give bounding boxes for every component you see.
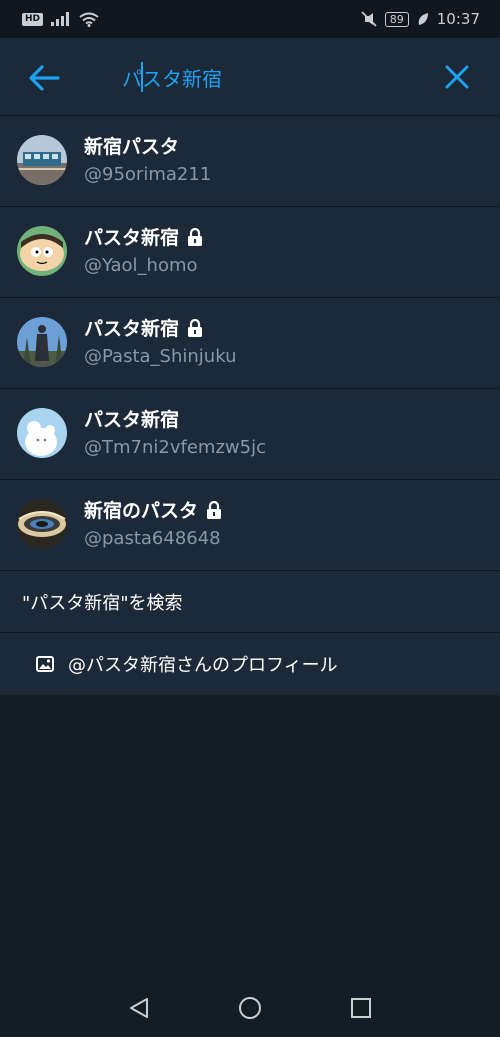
leaf-icon	[418, 13, 428, 25]
user-handle: @95orima211	[84, 164, 212, 185]
user-name-text: 新宿パスタ	[84, 136, 180, 158]
avatar-train-photo	[17, 135, 67, 185]
search-input[interactable]	[122, 60, 422, 94]
nav-home-icon[interactable]	[238, 996, 262, 1020]
user-name-text: パスタ新宿	[84, 318, 180, 340]
user-result-row[interactable]: パスタ新宿 @Yaol_homo	[0, 207, 500, 298]
lock-icon	[188, 318, 203, 337]
back-arrow-icon[interactable]	[26, 60, 62, 96]
lock-icon	[207, 500, 222, 519]
user-display-name: 新宿のパスタ	[84, 496, 222, 523]
user-result-row[interactable]: 新宿パスタ @95orima211	[0, 116, 500, 207]
system-nav-bar	[0, 980, 500, 1037]
user-display-name: 新宿パスタ	[84, 132, 179, 159]
user-display-name: パスタ新宿	[84, 314, 203, 341]
status-bar: HD 89 10:37	[0, 0, 500, 38]
nav-recent-apps-icon[interactable]	[350, 997, 372, 1019]
go-to-profile-action[interactable]: @パスタ新宿さんのプロフィール	[0, 633, 500, 695]
signal-icon	[51, 12, 70, 26]
user-result-row[interactable]: パスタ新宿 @Tm7ni2vfemzw5jc	[0, 389, 500, 480]
user-result-row[interactable]: 新宿のパスタ @pasta648648	[0, 480, 500, 571]
search-header	[0, 38, 500, 116]
wifi-icon	[79, 12, 99, 27]
avatar-cartoon-face	[17, 226, 67, 276]
avatar-statue-photo	[17, 317, 67, 367]
user-display-name: パスタ新宿	[84, 223, 203, 250]
lock-icon	[188, 227, 203, 246]
clock: 10:37	[436, 10, 480, 28]
image-icon	[36, 656, 54, 672]
avatar-white-creature	[17, 408, 67, 458]
user-name-text: パスタ新宿	[84, 227, 180, 249]
user-display-name: パスタ新宿	[84, 405, 179, 432]
user-name-text: パスタ新宿	[84, 409, 180, 431]
avatar-eye-photo	[17, 499, 67, 549]
close-icon[interactable]	[440, 60, 474, 94]
hd-badge: HD	[22, 12, 44, 26]
user-handle: @Pasta_Shinjuku	[84, 346, 237, 367]
user-handle: @Yaol_homo	[84, 255, 198, 276]
profile-action-label: @パスタ新宿さんのプロフィール	[68, 655, 338, 676]
user-handle: @Tm7ni2vfemzw5jc	[84, 437, 266, 458]
mute-icon	[361, 11, 377, 27]
battery-level: 89	[384, 11, 409, 27]
search-query-action[interactable]: "パスタ新宿"を検索	[0, 571, 500, 633]
user-handle: @pasta648648	[84, 528, 221, 549]
search-results: 新宿パスタ @95orima211 パスタ新宿 @Yaol_homo パスタ新宿…	[0, 116, 500, 695]
text-cursor	[141, 62, 143, 92]
search-query-label: "パスタ新宿"を検索	[22, 592, 183, 614]
user-name-text: 新宿のパスタ	[84, 500, 199, 522]
user-result-row[interactable]: パスタ新宿 @Pasta_Shinjuku	[0, 298, 500, 389]
nav-back-icon[interactable]	[127, 996, 151, 1020]
